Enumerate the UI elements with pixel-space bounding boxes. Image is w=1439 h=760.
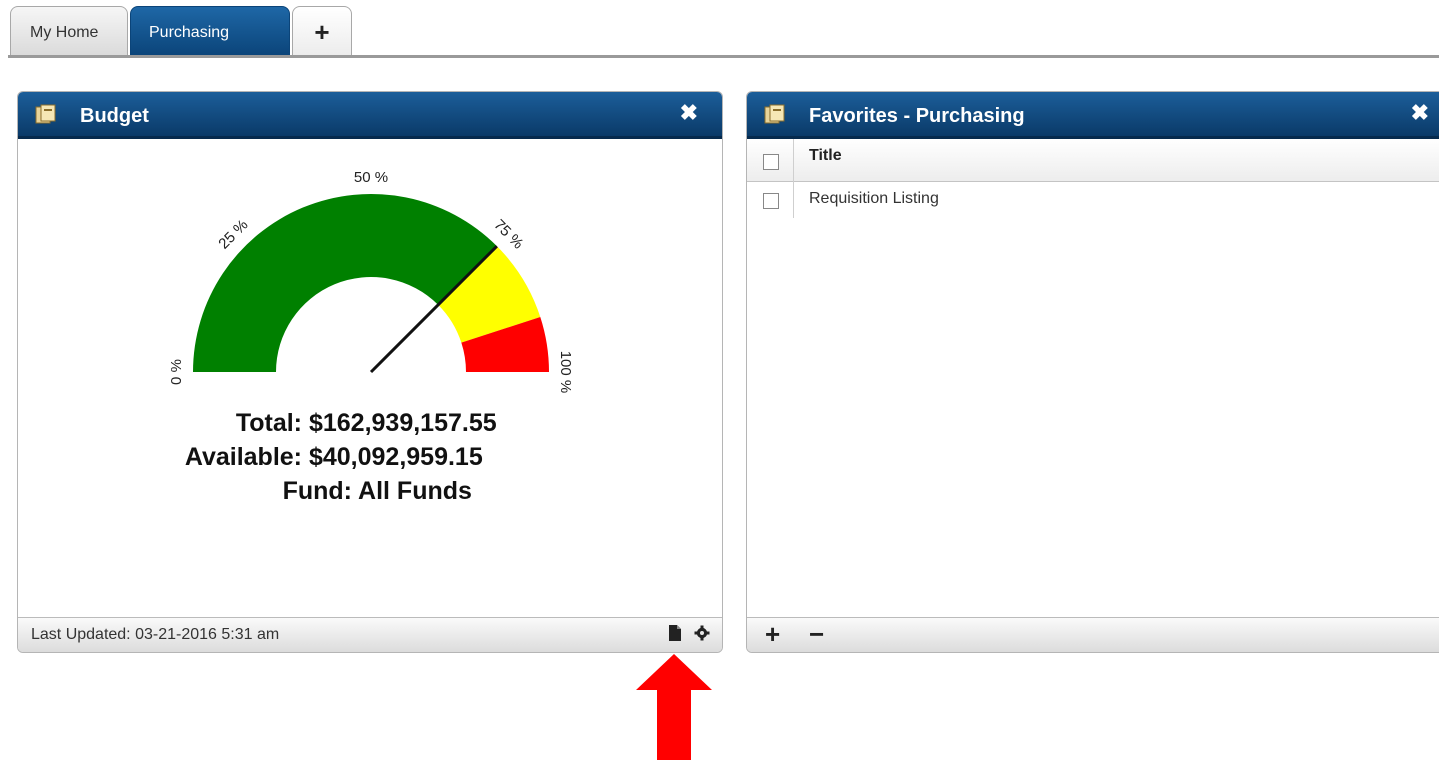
widget-header[interactable]: Budget ✖	[18, 92, 722, 139]
tab-purchasing[interactable]: Purchasing	[130, 6, 290, 56]
close-icon[interactable]: ✖	[680, 102, 698, 124]
available-line: Available: $40,092,959.15	[158, 443, 483, 472]
table-row[interactable]: Requisition Listing	[747, 182, 1439, 218]
plus-icon: +	[314, 17, 330, 47]
column-header-title[interactable]: Title	[809, 147, 842, 165]
tab-label: Purchasing	[149, 24, 230, 41]
total-label: Total:	[235, 409, 302, 437]
tab-bar: My Home Purchasing +	[0, 0, 1439, 58]
add-tab-button[interactable]: +	[292, 6, 352, 56]
budget-gauge: 0 %25 %50 %75 %100 %	[168, 169, 574, 394]
close-icon[interactable]: ✖	[1411, 102, 1429, 124]
widget-title: Favorites - Purchasing	[809, 105, 1025, 127]
tab-label: My Home	[30, 24, 99, 41]
plus-icon[interactable]: +	[765, 620, 780, 648]
column-divider	[793, 139, 794, 182]
widget-icon	[35, 104, 56, 124]
total-line: Total: $162,939,157.55	[158, 409, 497, 438]
tab-underline	[8, 55, 1439, 58]
annotation-arrow	[636, 654, 712, 760]
select-all-checkbox[interactable]	[763, 154, 779, 170]
column-divider	[793, 182, 794, 218]
gear-icon[interactable]	[694, 625, 710, 641]
fund-line: Fund: All Funds	[158, 477, 472, 506]
available-value: $40,092,959.15	[308, 443, 483, 471]
widget-footer: + −	[747, 617, 1439, 652]
row-title-link[interactable]: Requisition Listing	[809, 190, 939, 208]
row-checkbox[interactable]	[763, 193, 779, 209]
table-header: Title	[747, 139, 1439, 182]
fund-label: Fund:	[282, 477, 352, 505]
gauge-tick-label: 50 %	[354, 169, 388, 186]
widget-header[interactable]: Favorites - Purchasing ✖	[747, 92, 1439, 139]
total-value: $162,939,157.55	[308, 409, 497, 437]
widget-icon	[764, 104, 785, 124]
last-updated-text: Last Updated: 03-21-2016 5:31 am	[31, 626, 280, 643]
document-icon[interactable]	[668, 624, 682, 642]
tab-my-home[interactable]: My Home	[10, 6, 128, 56]
widget-title: Budget	[80, 105, 149, 127]
favorites-widget: Favorites - Purchasing ✖ Title Requisiti…	[746, 91, 1439, 653]
widget-footer: Last Updated: 03-21-2016 5:31 am	[18, 617, 722, 652]
gauge-tick-label: 100 %	[557, 351, 574, 394]
budget-widget: Budget ✖ 0 % 25 % 50 % 75 % 100 % Total: $16…	[17, 91, 723, 653]
gauge-tick-label: 0 %	[168, 359, 185, 385]
minus-icon[interactable]: −	[809, 620, 824, 648]
available-label: Available:	[184, 443, 302, 471]
fund-value: All Funds	[358, 477, 472, 505]
